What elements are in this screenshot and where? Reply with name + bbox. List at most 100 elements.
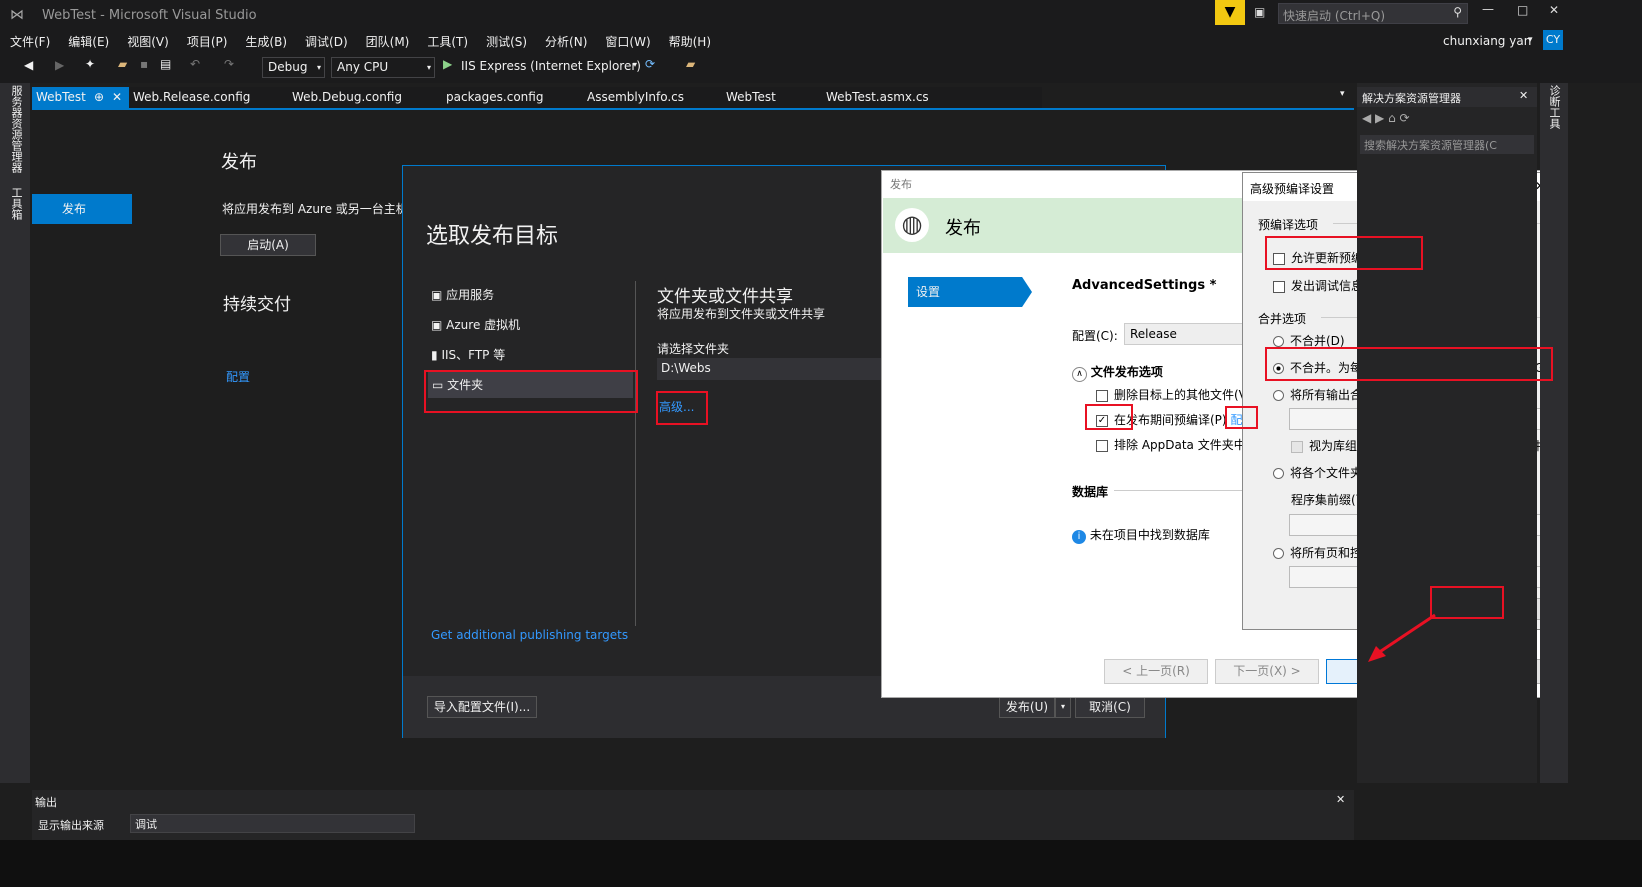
menu-item[interactable]: 分析(N) (545, 31, 587, 53)
target-item-iis[interactable]: ▮ IIS、FTP 等 (431, 346, 631, 368)
menu-item[interactable]: 编辑(E) (68, 31, 109, 53)
home-icon[interactable]: ⌂ (1388, 111, 1396, 125)
start-button[interactable]: 启动(A) (220, 234, 316, 256)
settings-nav-item[interactable]: 设置 (908, 277, 1032, 307)
tab-label: packages.config (446, 90, 544, 104)
new-project-icon[interactable]: ✦ (85, 57, 95, 71)
close-icon[interactable]: ✕ (112, 87, 122, 108)
browser-link-icon[interactable]: ▰ (686, 57, 695, 71)
checkbox-disabled[interactable] (1291, 440, 1303, 453)
user-name[interactable]: chunxiang yan (1443, 34, 1531, 48)
nav-item-publish[interactable]: 发布 (32, 194, 132, 224)
checkbox[interactable] (1096, 389, 1108, 402)
tab-web-release-config[interactable]: Web.Release.config (129, 87, 250, 108)
publish-button[interactable]: 发布(U) (999, 696, 1055, 718)
run-target-label[interactable]: IIS Express (Internet Explorer) (461, 59, 641, 73)
solution-search-input[interactable]: 搜索解决方案资源管理器(C (1360, 135, 1534, 154)
db-info: i 未在项目中找到数据库 (1072, 526, 1210, 544)
diagnostics-tab[interactable]: 诊断工具 (1546, 85, 1562, 129)
menu-item[interactable]: 生成(B) (245, 31, 287, 53)
menu-item[interactable]: 团队(M) (366, 31, 410, 53)
radio[interactable] (1273, 390, 1284, 401)
radio[interactable] (1273, 548, 1284, 559)
feedback-icon[interactable]: ▣ (1254, 5, 1265, 19)
highlight-advanced-link (656, 391, 708, 425)
option-label: 不合并(D) (1290, 334, 1345, 348)
prev-button[interactable]: < 上一页(R) (1104, 659, 1208, 684)
checkbox[interactable] (1273, 280, 1285, 293)
sync-icon[interactable]: ⟳ (1400, 111, 1410, 125)
file-options-header[interactable]: ∧ 文件发布选项 (1072, 363, 1163, 382)
import-profile-button[interactable]: 导入配置文件(I)... (427, 696, 537, 718)
db-info-text: 未在项目中找到数据库 (1089, 528, 1210, 542)
minimize-button[interactable]: — (1482, 2, 1494, 16)
configuration-select[interactable]: Debug ▾ (262, 57, 325, 78)
solution-close-icon[interactable]: ✕ (1519, 89, 1528, 102)
database-label: 数据库 (1072, 485, 1109, 499)
publish-dropdown-button[interactable]: ▾ (1055, 696, 1071, 718)
more-targets-link[interactable]: Get additional publishing targets (431, 628, 628, 642)
menu-item[interactable]: 视图(V) (127, 31, 169, 53)
tab-overflow-icon[interactable]: ▾ (1340, 89, 1345, 99)
tab-assemblyinfo[interactable]: AssemblyInfo.cs (583, 87, 684, 108)
toolbox-tab[interactable]: 工具箱 (8, 187, 24, 220)
platform-select[interactable]: Any CPU ▾ (331, 57, 435, 78)
target-item-azure-vm[interactable]: ▣ Azure 虚拟机 (431, 316, 631, 338)
refresh-browser-icon[interactable]: ⟳ (645, 57, 655, 71)
maximize-button[interactable]: □ (1517, 3, 1528, 17)
tab-web-debug-config[interactable]: Web.Debug.config (288, 87, 402, 108)
save-icon[interactable]: ▪ (140, 57, 148, 71)
file-options-label: 文件发布选项 (1090, 365, 1163, 379)
config-select[interactable]: Release (1124, 323, 1244, 345)
forward-icon[interactable]: ▶ (55, 58, 64, 72)
output-close-icon[interactable]: ✕ (1336, 793, 1345, 806)
notification-flag-icon[interactable]: ▼ (1215, 0, 1245, 25)
quick-launch-placeholder: 快速启动 (Ctrl+Q) (1283, 9, 1386, 23)
back-icon[interactable]: ◀ (24, 58, 33, 72)
option-exclude-appdata[interactable]: 排除 AppData 文件夹中 (1096, 436, 1246, 453)
annotation-arrow (1368, 613, 1436, 662)
output-source-select[interactable]: 调试 (130, 814, 415, 833)
menu-item[interactable]: 文件(F) (10, 31, 50, 53)
close-window-button[interactable]: ✕ (1549, 3, 1559, 17)
folder-path-input[interactable]: D:\Webs (657, 358, 885, 380)
left-tool-strip: 服务器资源管理器 工具箱 (0, 83, 30, 783)
solution-toolbar: ◀ ▶ ⌂ ⟳ (1362, 111, 1410, 125)
undo-icon[interactable]: ↶ (190, 57, 200, 71)
menu-item[interactable]: 测试(S) (486, 31, 527, 53)
run-icon[interactable]: ▶ (443, 57, 452, 71)
tab-label: Web.Debug.config (292, 90, 402, 104)
target-divider (635, 281, 636, 626)
tab-webtest-asmx-cs[interactable]: WebTest.asmx.cs (822, 87, 929, 108)
next-button[interactable]: 下一页(X) > (1215, 659, 1319, 684)
server-explorer-tab[interactable]: 服务器资源管理器 (8, 85, 24, 173)
option-delete-files[interactable]: 删除目标上的其他文件(V) (1096, 386, 1252, 403)
radio[interactable] (1273, 468, 1284, 479)
target-item-app-service[interactable]: ▣ 应用服务 (431, 286, 631, 308)
run-target-chevron-icon[interactable]: ▾ (633, 60, 637, 69)
user-avatar[interactable]: CY (1543, 30, 1563, 50)
save-all-icon[interactable]: ▤ (160, 57, 171, 71)
redo-icon[interactable]: ↷ (224, 57, 234, 71)
menu-item[interactable]: 项目(P) (187, 31, 228, 53)
solution-explorer: 解决方案资源管理器 ✕ ◀ ▶ ⌂ ⟳ 搜索解决方案资源管理器(C (1357, 83, 1537, 783)
tab-label: WebTest (36, 90, 86, 104)
target-cancel-button[interactable]: 取消(C) (1075, 696, 1145, 718)
tab-webtest[interactable]: WebTest (722, 87, 776, 108)
menu-item[interactable]: 窗口(W) (605, 31, 650, 53)
menu-item[interactable]: 调试(D) (305, 31, 348, 53)
target-label: 应用服务 (446, 288, 495, 302)
menu-item[interactable]: 工具(T) (427, 31, 468, 53)
highlight-merge-separate (1265, 347, 1553, 381)
open-icon[interactable]: ▰ (118, 57, 127, 71)
tab-packages-config[interactable]: packages.config (442, 87, 543, 108)
checkbox[interactable] (1096, 439, 1108, 452)
radio[interactable] (1273, 336, 1284, 347)
cd-config-link[interactable]: 配置 (226, 368, 250, 385)
merge-group-label: 合并选项 (1258, 312, 1307, 326)
tab-webtest-active[interactable]: WebTest ⊕ ✕ (32, 87, 129, 108)
quick-launch-input[interactable]: 快速启动 (Ctrl+Q) ⚲ (1278, 3, 1468, 24)
menu-item[interactable]: 帮助(H) (669, 31, 711, 53)
pin-icon[interactable]: ⊕ (94, 87, 104, 108)
vs-logo-icon: ⋈ (10, 7, 24, 23)
